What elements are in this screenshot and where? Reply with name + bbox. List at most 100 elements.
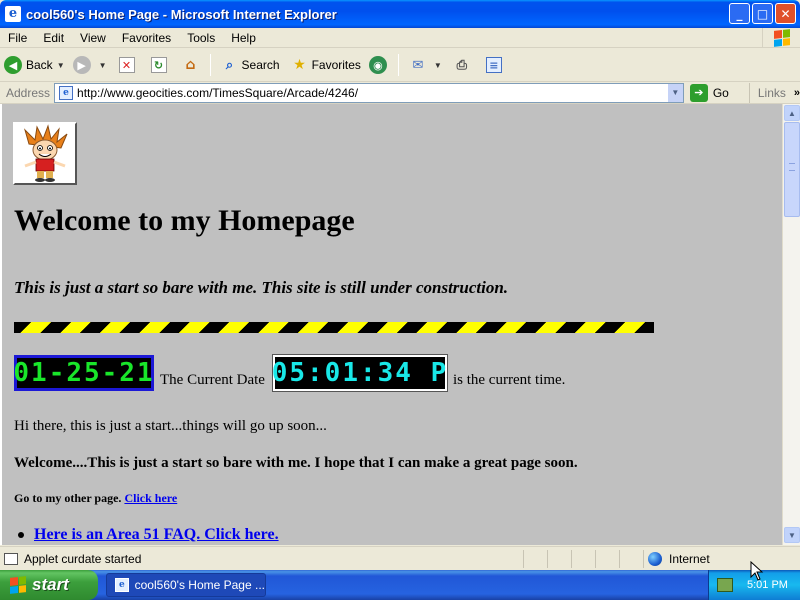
title-bar[interactable]: e cool560's Home Page - Microsoft Intern… xyxy=(0,0,800,28)
status-text: Applet curdate started xyxy=(24,551,142,566)
windows-flag-icon xyxy=(773,29,790,47)
favorites-button[interactable]: ★ Favorites xyxy=(284,51,365,79)
print-button[interactable]: ⎙ xyxy=(446,51,478,79)
construction-stripe xyxy=(14,322,654,333)
date-applet: 01-25-21 xyxy=(13,355,154,391)
page-title: Welcome to my Homepage xyxy=(14,204,355,237)
address-url[interactable]: http://www.geocities.com/TimesSquare/Arc… xyxy=(77,86,358,100)
back-button[interactable]: ◀ Back ▼ xyxy=(0,51,69,79)
scroll-down-icon[interactable]: ▼ xyxy=(784,527,800,543)
status-bar: Applet curdate started Internet xyxy=(0,546,800,570)
start-label: start xyxy=(32,575,69,594)
scroll-up-icon[interactable]: ▲ xyxy=(784,105,800,121)
mail-dropdown-icon[interactable]: ▼ xyxy=(434,61,442,70)
mouse-cursor-icon xyxy=(750,561,764,581)
menu-tools[interactable]: Tools xyxy=(179,31,223,45)
minimize-button[interactable]: _ xyxy=(729,3,750,24)
star-icon: ★ xyxy=(293,57,306,73)
home-icon: ⌂ xyxy=(185,57,196,73)
back-label: Back xyxy=(26,58,53,72)
refresh-button[interactable]: ↻ xyxy=(143,51,175,79)
scroll-thumb[interactable] xyxy=(784,122,800,217)
taskbar-ie-window[interactable]: e cool560's Home Page ... xyxy=(106,573,266,597)
security-zone: Internet xyxy=(648,552,710,566)
toolbar-separator xyxy=(397,54,399,76)
applet-status-icon xyxy=(4,552,18,565)
menu-favorites[interactable]: Favorites xyxy=(114,31,179,45)
intro-text: Hi there, this is just a start...things … xyxy=(14,418,327,434)
menu-help[interactable]: Help xyxy=(223,31,264,45)
back-arrow-icon: ◀ xyxy=(4,56,22,74)
menu-file[interactable]: File xyxy=(0,31,35,45)
page-subtitle: This is just a start so bare with me. Th… xyxy=(14,278,509,297)
toolbar: ◀ Back ▼ ▶ ▼ ✕ ↻ ⌂ ⌕ Search ★ Favorites … xyxy=(0,49,800,82)
status-divider xyxy=(643,550,644,568)
taskbar-task-label: cool560's Home Page ... xyxy=(134,578,265,592)
taskbar: start e cool560's Home Page ... 5:01 PM xyxy=(0,570,800,600)
windows-logo xyxy=(762,28,800,48)
welcome-text: Welcome....This is just a start so bare … xyxy=(14,455,578,471)
back-dropdown-icon[interactable]: ▼ xyxy=(57,61,65,70)
close-button[interactable]: ✕ xyxy=(775,3,796,24)
search-button[interactable]: ⌕ Search xyxy=(214,51,284,79)
clock-row: 01-25-21 The Current Date 05:01:34 P is … xyxy=(13,354,569,392)
status-divider xyxy=(619,550,620,568)
go-arrow-icon: ➔ xyxy=(689,83,708,102)
address-label: Address xyxy=(6,85,51,100)
edit-button[interactable]: ≡ xyxy=(478,51,510,79)
ie-icon: e xyxy=(5,6,21,22)
faq-link[interactable]: Here is an Area 51 FAQ. Click here. xyxy=(34,526,279,544)
links-toolbar[interactable]: Links xyxy=(748,82,786,103)
bullet-icon xyxy=(18,532,24,538)
windows-flag-icon xyxy=(10,576,26,594)
favorites-label: Favorites xyxy=(311,58,361,72)
page-icon: e xyxy=(59,85,74,100)
media-button[interactable]: ◉ xyxy=(365,51,395,79)
search-icon: ⌕ xyxy=(225,57,234,73)
menu-bar: File Edit View Favorites Tools Help xyxy=(0,28,800,48)
mail-button[interactable]: ✉ ▼ xyxy=(402,51,446,79)
forward-dropdown-icon[interactable]: ▼ xyxy=(99,61,107,70)
page-viewport: Welcome to my Homepage This is just a st… xyxy=(0,104,782,545)
media-icon: ◉ xyxy=(368,56,387,74)
window-title: cool560's Home Page - Microsoft Internet… xyxy=(26,6,337,22)
other-page-line: Go to my other page. Click here xyxy=(14,491,177,506)
stop-button[interactable]: ✕ xyxy=(111,51,143,79)
refresh-icon: ↻ xyxy=(150,57,167,73)
search-label: Search xyxy=(241,58,280,72)
other-page-text: Go to my other page. xyxy=(14,491,122,505)
ie-page-icon: e xyxy=(115,578,129,592)
maximize-button[interactable]: □ xyxy=(752,3,773,24)
status-divider xyxy=(595,550,596,568)
vertical-scrollbar[interactable]: ▲ ▼ xyxy=(782,104,800,545)
stop-icon: ✕ xyxy=(118,57,135,73)
chevron-icon[interactable]: » xyxy=(794,87,800,99)
mail-icon: ✉ xyxy=(412,57,424,73)
toolbar-separator xyxy=(209,54,211,76)
start-button[interactable]: start xyxy=(0,570,98,600)
status-divider xyxy=(571,550,572,568)
window-controls: _ □ ✕ xyxy=(729,3,796,24)
home-button[interactable]: ⌂ xyxy=(175,51,207,79)
status-divider xyxy=(523,550,524,568)
print-icon: ⎙ xyxy=(456,57,468,73)
edit-page-icon: ≡ xyxy=(485,57,502,73)
date-label: The Current Date xyxy=(160,372,265,388)
forward-arrow-icon: ▶ xyxy=(72,56,91,74)
cartoon-avatar-image xyxy=(13,122,77,185)
go-button[interactable]: ➔ Go xyxy=(689,83,729,102)
address-dropdown-icon[interactable]: ▼ xyxy=(666,83,683,102)
other-page-link[interactable]: Click here xyxy=(124,491,177,505)
go-label: Go xyxy=(712,85,729,100)
menu-view[interactable]: View xyxy=(72,31,114,45)
faq-list-item: Here is an Area 51 FAQ. Click here. xyxy=(14,526,279,544)
status-divider xyxy=(547,550,548,568)
forward-button[interactable]: ▶ ▼ xyxy=(69,51,111,79)
time-label: is the current time. xyxy=(452,372,566,388)
zone-label: Internet xyxy=(669,552,710,566)
address-input[interactable]: e http://www.geocities.com/TimesSquare/A… xyxy=(54,82,684,103)
menu-edit[interactable]: Edit xyxy=(35,31,72,45)
scroll-grip-icon xyxy=(789,163,795,171)
network-icon[interactable] xyxy=(717,578,733,592)
globe-icon xyxy=(648,552,662,566)
